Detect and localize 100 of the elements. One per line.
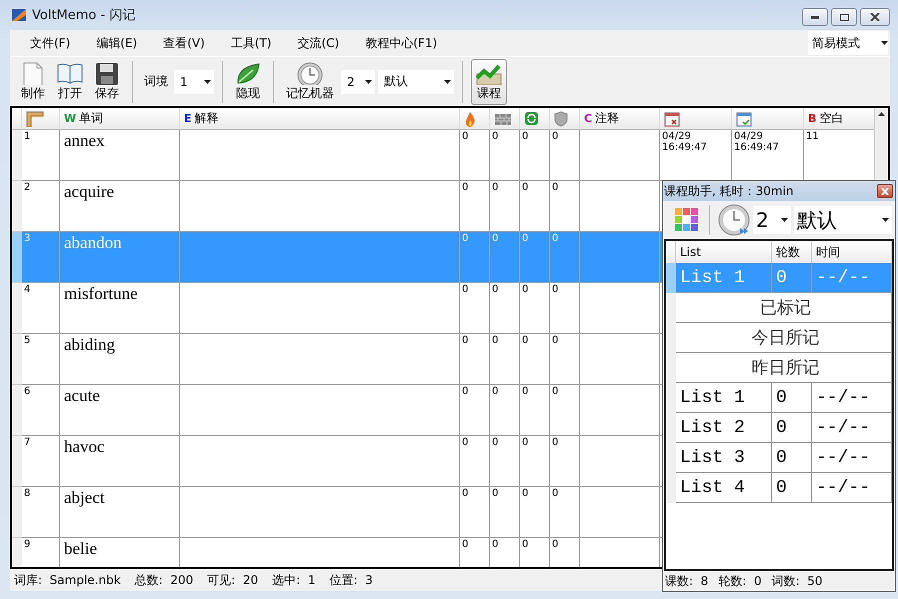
column-header[interactable]: W 单词 xyxy=(60,108,180,130)
count-cell: 0 xyxy=(460,130,490,181)
count-cell: 0 xyxy=(490,283,520,334)
row-number: 8 xyxy=(22,487,60,538)
column-header[interactable] xyxy=(550,108,580,130)
word-cell: abiding xyxy=(60,334,180,385)
list-name[interactable]: List 1 xyxy=(676,383,772,413)
toolbar-button[interactable]: 打开 xyxy=(53,58,87,104)
list-name[interactable]: List 3 xyxy=(676,443,772,473)
column-header[interactable]: E 解释 xyxy=(180,108,460,130)
toolbar-select[interactable]: 1 xyxy=(174,70,214,94)
count-cell: 0 xyxy=(490,130,520,181)
status-text: 位置: 3 xyxy=(330,572,373,588)
dropdown-caret-icon[interactable] xyxy=(204,80,211,84)
count-cell: 0 xyxy=(550,385,580,436)
dropdown-caret-icon[interactable] xyxy=(444,80,451,84)
toolbar-select[interactable]: 2 xyxy=(341,70,375,94)
toolbar-button[interactable]: 隐现 xyxy=(231,58,265,104)
count-cell: 0 xyxy=(520,385,550,436)
calendar-cross-icon xyxy=(664,110,680,126)
count-cell: 0 xyxy=(520,283,550,334)
status-text: 词库: Sample.nbk xyxy=(14,572,121,588)
toolbar-button[interactable]: 制作 xyxy=(16,58,50,104)
menu-item[interactable]: 交流(C) xyxy=(288,34,350,52)
column-header[interactable] xyxy=(490,108,520,130)
count-cell: 0 xyxy=(460,283,490,334)
toolbar-button[interactable]: 记忆机器 xyxy=(282,58,338,104)
list-name[interactable]: List 2 xyxy=(676,413,772,443)
row-number: 1 xyxy=(22,130,60,181)
column-header[interactable] xyxy=(732,108,804,130)
mode-select[interactable]: 默认 xyxy=(794,206,892,234)
column-header[interactable] xyxy=(460,108,490,130)
count-cell: 0 xyxy=(520,181,550,232)
column-header[interactable] xyxy=(22,108,60,130)
row-number: 3 xyxy=(22,232,60,283)
column-header[interactable]: 轮数 xyxy=(772,241,812,263)
word-cell: abject xyxy=(60,487,180,538)
status-text: 词数: 50 xyxy=(772,572,823,590)
date-cell: 04/29 16:49:47 xyxy=(732,130,804,181)
toolbar-button[interactable]: 保存 xyxy=(90,58,124,104)
count-cell: 0 xyxy=(550,283,580,334)
clock-icon[interactable] xyxy=(718,204,750,236)
word-cell: abandon xyxy=(60,232,180,283)
toolbar-label: 词境 xyxy=(144,73,168,90)
brick-wall-icon xyxy=(494,112,512,126)
word-cell: acquire xyxy=(60,181,180,232)
group-row[interactable]: 昨日所记 xyxy=(676,353,892,383)
time-cell: --/-- xyxy=(812,263,892,293)
column-header[interactable]: C 注释 xyxy=(580,108,660,130)
group-row[interactable]: 已标记 xyxy=(676,293,892,323)
group-row[interactable]: 今日所记 xyxy=(676,323,892,353)
maximize-button[interactable] xyxy=(831,8,857,26)
time-cell: --/-- xyxy=(812,413,892,443)
toolbar-button[interactable]: 课程 xyxy=(471,58,507,104)
status-text: 课数: 8 xyxy=(665,572,708,590)
count-cell: 0 xyxy=(550,538,580,567)
rounds-cell: 0 xyxy=(772,263,812,293)
round-select[interactable]: 2 xyxy=(753,206,791,234)
menu-item[interactable]: 文件(F) xyxy=(20,34,80,52)
rounds-cell: 0 xyxy=(772,473,812,503)
count-cell: 0 xyxy=(520,130,550,181)
vertical-scrollbar[interactable] xyxy=(874,108,888,180)
date-cell: 04/29 16:49:47 xyxy=(660,130,732,181)
rounds-cell: 0 xyxy=(772,443,812,473)
column-letter-icon: B xyxy=(808,112,816,125)
mode-select[interactable]: 简易模式 xyxy=(808,31,888,55)
close-button[interactable] xyxy=(877,184,893,198)
column-letter-icon: C xyxy=(584,112,592,125)
count-cell: 0 xyxy=(460,538,490,567)
close-button[interactable] xyxy=(860,8,890,26)
dropdown-caret-icon[interactable] xyxy=(881,41,888,45)
ruler-icon xyxy=(26,110,44,126)
column-header[interactable]: 时间 xyxy=(812,241,892,263)
column-header[interactable] xyxy=(520,108,550,130)
list-name[interactable]: List 4 xyxy=(676,473,772,503)
color-grid-icon[interactable] xyxy=(673,206,701,234)
flame-icon xyxy=(464,110,476,126)
time-cell: --/-- xyxy=(812,383,892,413)
word-cell: havoc xyxy=(60,436,180,487)
count-cell: 0 xyxy=(490,538,520,567)
menu-item[interactable]: 工具(T) xyxy=(220,34,282,52)
column-letter-icon: E xyxy=(184,112,192,125)
column-letter-icon: W xyxy=(64,112,76,125)
close-icon xyxy=(870,13,880,21)
dropdown-caret-icon[interactable] xyxy=(781,218,788,222)
column-header[interactable]: B 空白 xyxy=(804,108,876,130)
menu-item[interactable]: 编辑(E) xyxy=(86,34,148,52)
count-cell: 0 xyxy=(490,436,520,487)
toolbar-select[interactable]: 默认 xyxy=(378,70,454,94)
status-text: 轮数: 0 xyxy=(718,572,762,590)
dropdown-caret-icon[interactable] xyxy=(882,218,889,222)
menu-item[interactable]: 查看(V) xyxy=(153,34,215,52)
column-header[interactable]: List xyxy=(676,241,772,263)
minimize-button[interactable] xyxy=(802,8,828,26)
column-header[interactable] xyxy=(660,108,732,130)
dropdown-caret-icon[interactable] xyxy=(365,80,372,84)
count-cell: 0 xyxy=(520,487,550,538)
count-cell: 0 xyxy=(520,232,550,283)
count-cell: 0 xyxy=(460,436,490,487)
menu-item[interactable]: 教程中心(F1) xyxy=(355,34,448,52)
